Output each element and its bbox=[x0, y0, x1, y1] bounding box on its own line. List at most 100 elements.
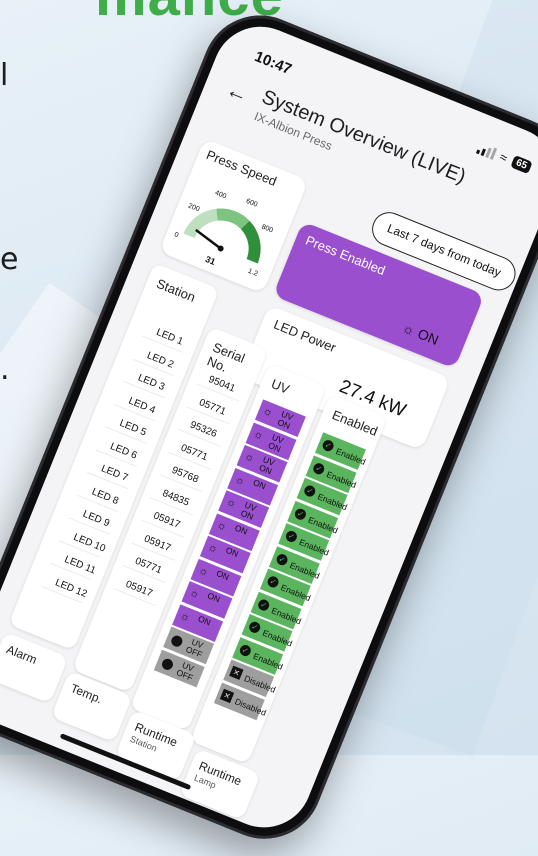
gauge-tick: 400 bbox=[214, 190, 228, 201]
station-cell: LED 3 bbox=[136, 372, 167, 394]
station-cell: LED 6 bbox=[108, 440, 139, 462]
station-cell: LED 2 bbox=[145, 349, 176, 371]
wifi-icon: ≈ bbox=[497, 149, 510, 166]
sun-icon: ☼ bbox=[242, 450, 257, 465]
serial-cell: 05917 bbox=[142, 532, 173, 554]
check-circle-icon: ✓ bbox=[302, 483, 317, 499]
serial-cell: 05917 bbox=[124, 578, 155, 600]
gauge-tick: 800 bbox=[260, 224, 274, 235]
uv-status-text: ON bbox=[234, 522, 250, 536]
check-circle-icon: ✓ bbox=[265, 574, 281, 590]
uv-status-text: UV ON bbox=[257, 454, 277, 477]
serial-cell: 05917 bbox=[151, 510, 182, 531]
uv-status-line: ON bbox=[224, 544, 240, 559]
gauge-tick: 200 bbox=[187, 203, 201, 214]
lamp-runtime-card[interactable]: Runtime Lamp bbox=[179, 748, 261, 821]
side-text-fragment: e bbox=[0, 242, 19, 277]
uv-status-line: ON bbox=[239, 507, 255, 522]
uv-status-text: UV OFF bbox=[184, 637, 207, 660]
status-time: 10:47 bbox=[252, 48, 295, 79]
enabled-status-text: Enabled bbox=[325, 468, 358, 490]
x-box-icon: ✕ bbox=[220, 688, 235, 703]
check-circle-icon: ✓ bbox=[284, 529, 299, 544]
status-icons: ≈ 65 bbox=[475, 140, 533, 175]
enabled-status-text: Enabled bbox=[279, 582, 313, 604]
uv-header: UV bbox=[269, 376, 292, 397]
check-circle-icon: ✓ bbox=[275, 552, 290, 567]
enabled-status-text: Disabled bbox=[233, 695, 268, 718]
sun-icon: ☼ bbox=[260, 404, 275, 420]
sun-icon: ☼ bbox=[233, 472, 248, 488]
check-circle-icon: ✓ bbox=[311, 461, 327, 476]
press-enabled-value: ON bbox=[415, 325, 441, 349]
enabled-status-text: Enabled bbox=[297, 536, 331, 558]
battery-icon: 65 bbox=[510, 154, 533, 175]
check-circle-icon: ✓ bbox=[256, 597, 272, 612]
uv-status-text: ON bbox=[251, 476, 268, 491]
sun-icon: ☼ bbox=[251, 427, 266, 443]
x-box-icon: ✕ bbox=[229, 665, 244, 680]
enabled-status-text: Enabled bbox=[288, 559, 322, 581]
uv-status-text: UV ON bbox=[276, 409, 295, 431]
gauge-tick: 0 bbox=[173, 231, 179, 239]
off-dot-icon bbox=[169, 634, 184, 649]
station-cell: LED 4 bbox=[127, 395, 157, 416]
sun-icon: ☼ bbox=[205, 540, 220, 556]
gauge-tick: 1.2 bbox=[247, 268, 259, 278]
uv-status-text: ON bbox=[196, 613, 213, 628]
gauge-value: 31 bbox=[204, 254, 217, 267]
station-cell: LED 7 bbox=[99, 463, 130, 484]
uv-status-line: ON bbox=[196, 613, 213, 628]
enabled-status-text: Enabled bbox=[251, 650, 285, 672]
press-enabled-state: ☼ ON bbox=[400, 319, 441, 348]
serial-cell: 05771 bbox=[179, 442, 210, 463]
check-circle-icon: ✓ bbox=[238, 642, 253, 658]
station-cell: LED 1 bbox=[154, 326, 185, 348]
serial-cell: 95768 bbox=[170, 464, 200, 486]
signal-icon bbox=[475, 141, 498, 160]
station-cell: LED 10 bbox=[71, 531, 108, 555]
sun-icon: ☼ bbox=[196, 563, 211, 579]
uv-status-text: ON bbox=[215, 567, 231, 582]
uv-status-line: ON bbox=[276, 416, 292, 431]
enabled-status-text: Enabled bbox=[261, 627, 294, 649]
back-arrow-icon[interactable]: ← bbox=[222, 76, 253, 108]
serial-cell: 95326 bbox=[188, 419, 219, 441]
bottom-card-title: Alarm bbox=[4, 642, 39, 667]
enabled-status-text: Enabled bbox=[334, 445, 368, 467]
uv-status-line: ON bbox=[251, 476, 268, 491]
enabled-header: Enabled bbox=[329, 407, 380, 439]
sun-icon: ☼ bbox=[224, 495, 239, 511]
station-cell: LED 12 bbox=[53, 576, 89, 600]
gauge-tick: 600 bbox=[245, 198, 259, 209]
station-cell: LED 8 bbox=[90, 486, 121, 507]
sun-icon: ☼ bbox=[399, 319, 418, 339]
sun-icon: ☼ bbox=[187, 586, 202, 602]
uv-status-text: UV OFF bbox=[175, 659, 198, 682]
uv-status-text: UV ON bbox=[239, 500, 258, 522]
station-cell: LED 5 bbox=[117, 417, 148, 439]
bottom-card-title: Temp. bbox=[68, 681, 105, 707]
sun-icon: ☼ bbox=[178, 609, 193, 624]
uv-status-line: ON bbox=[206, 590, 222, 605]
uv-status-line: ON bbox=[215, 567, 231, 582]
side-text-fragment: . bbox=[0, 352, 10, 387]
speed-gauge: 0 200 400 600 800 1.2 31 bbox=[173, 190, 274, 278]
sun-icon: ☼ bbox=[215, 518, 229, 534]
enabled-status-text: Disabled bbox=[242, 673, 278, 695]
enabled-status-text: Enabled bbox=[270, 604, 303, 626]
enabled-status-text: Enabled bbox=[316, 491, 349, 513]
station-cell: LED 11 bbox=[62, 554, 98, 577]
check-circle-icon: ✓ bbox=[293, 506, 308, 521]
check-circle-icon: ✓ bbox=[320, 438, 336, 453]
uv-status-text: ON bbox=[206, 590, 222, 605]
station-cell: LED 9 bbox=[81, 508, 112, 530]
check-circle-icon: ✓ bbox=[247, 620, 262, 635]
serial-cell: 05771 bbox=[197, 396, 228, 418]
side-text-fragment: l bbox=[0, 58, 9, 93]
serial-cell: 84835 bbox=[160, 487, 191, 509]
enabled-status-text: Enabled bbox=[306, 514, 340, 536]
uv-status-text: UV ON bbox=[267, 431, 286, 453]
station-header: Station bbox=[154, 275, 198, 305]
uv-status-line: ON bbox=[257, 462, 274, 477]
